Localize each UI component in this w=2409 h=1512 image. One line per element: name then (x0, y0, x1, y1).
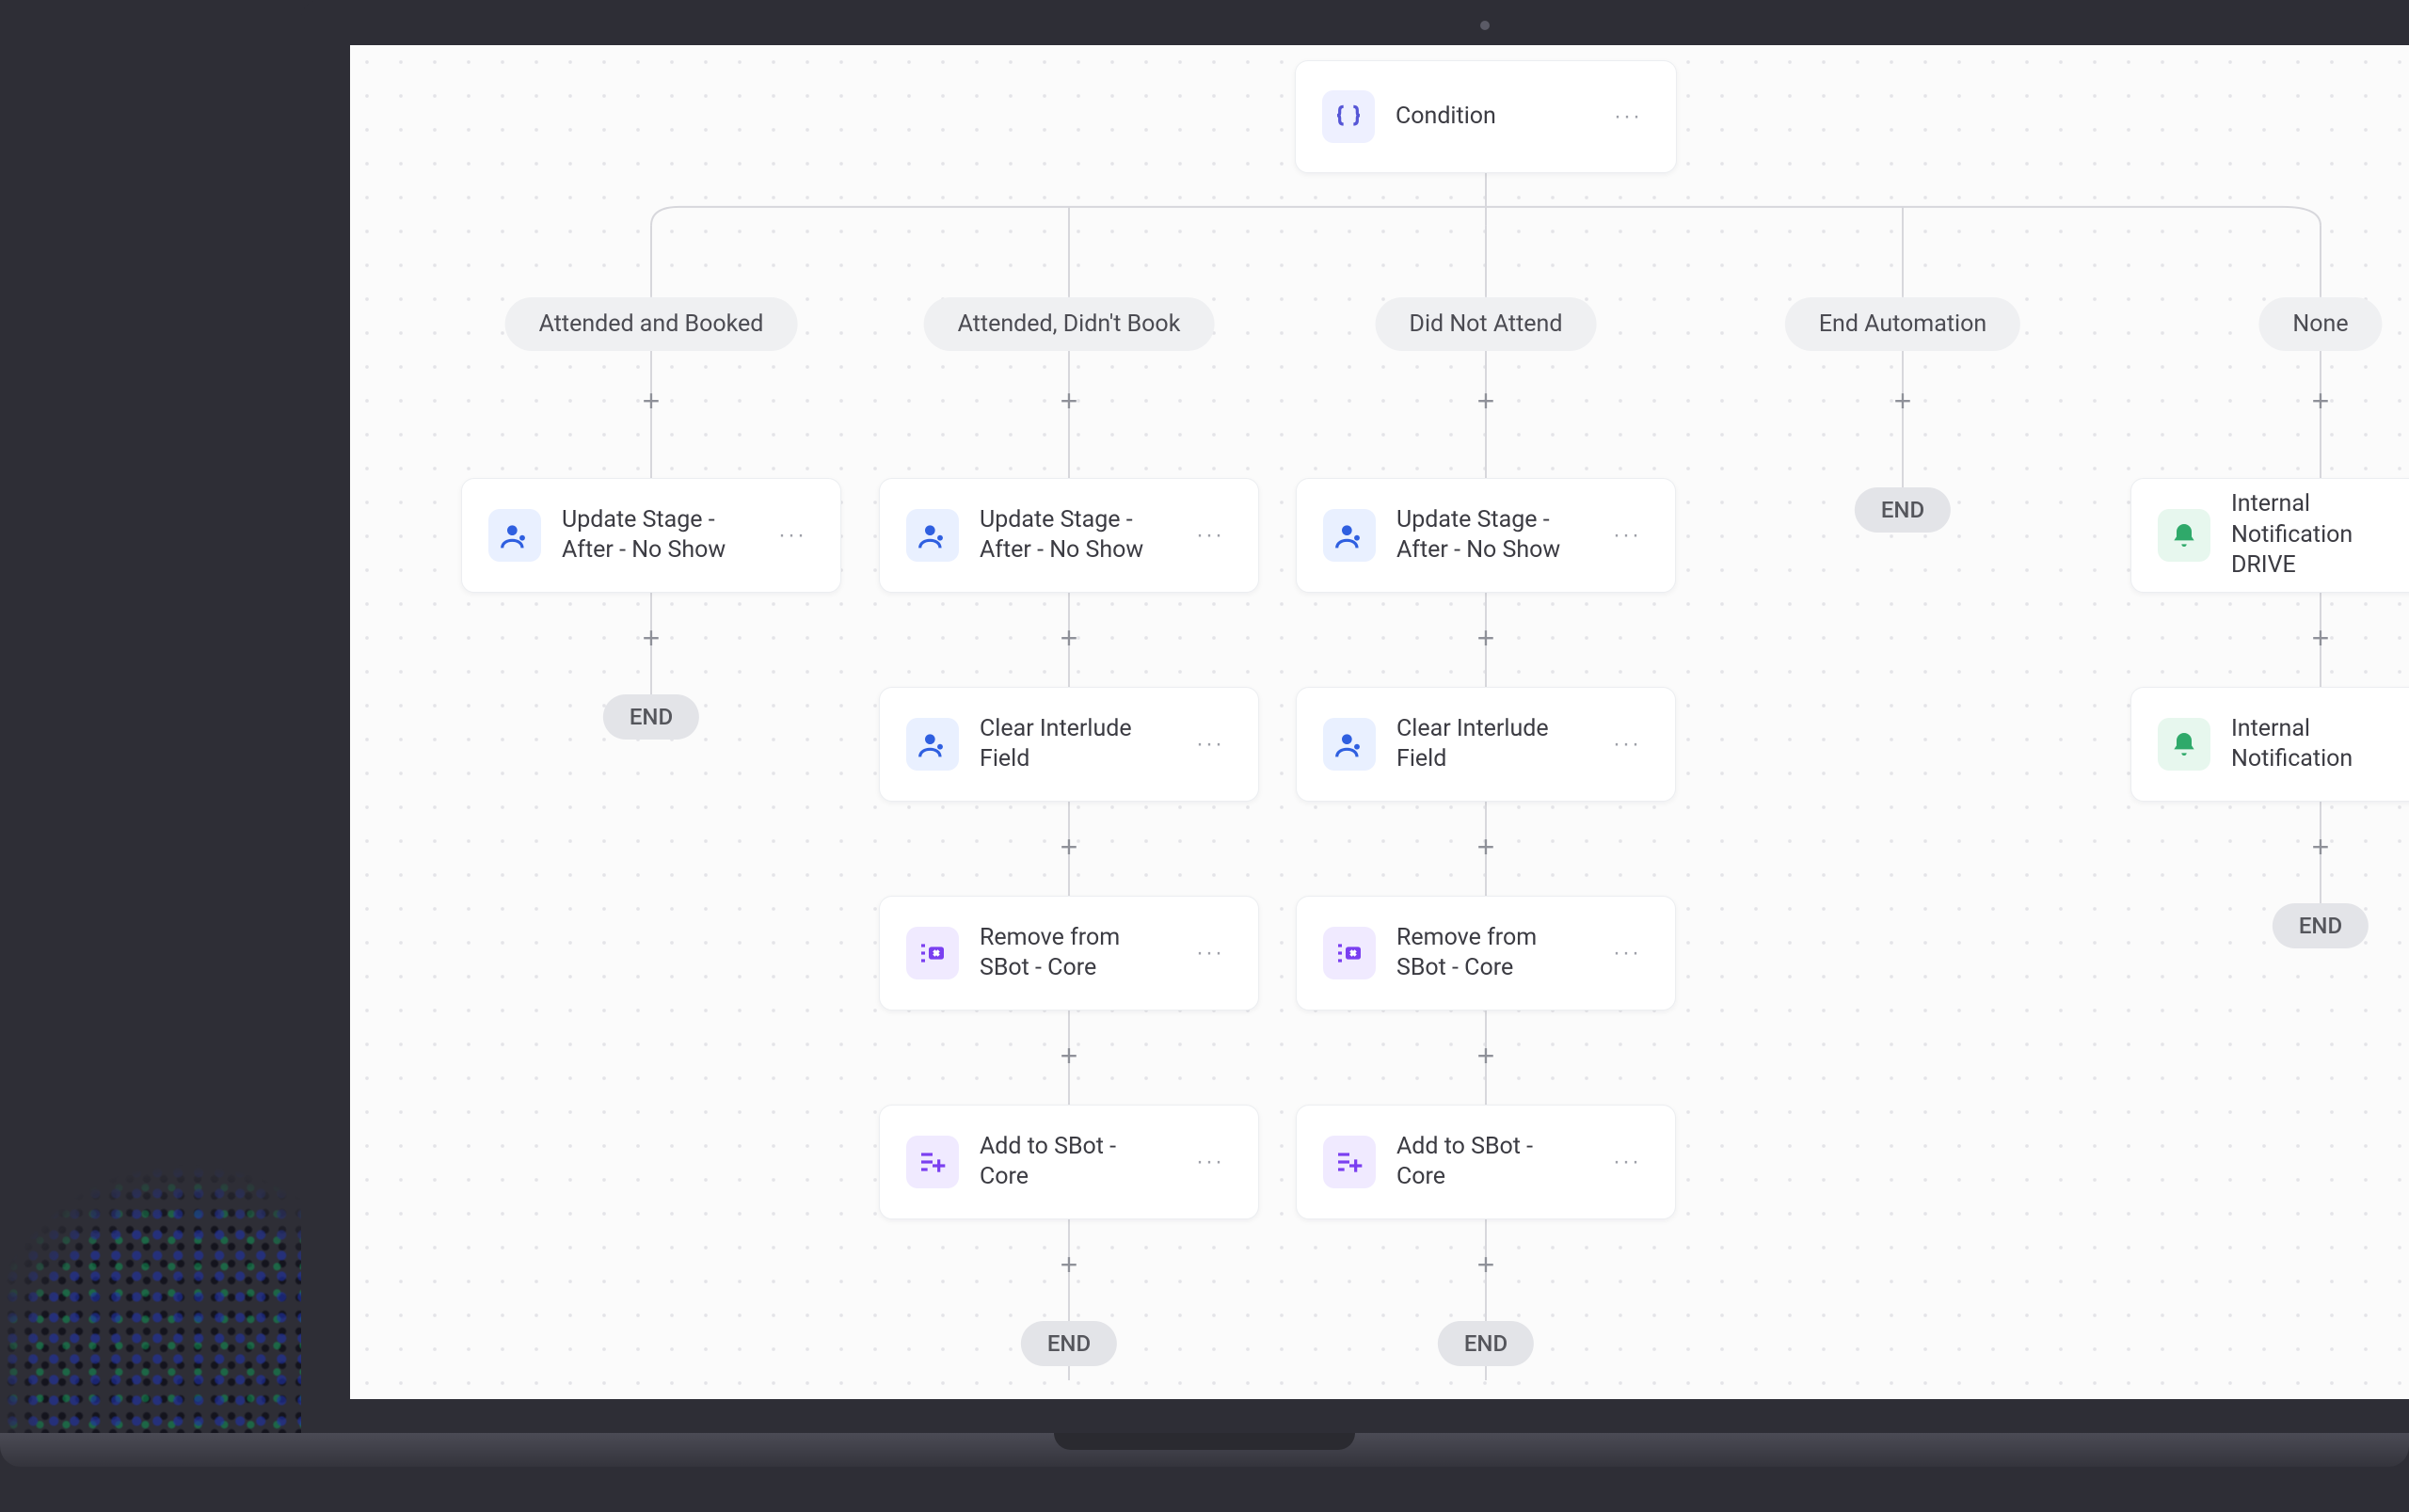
person-icon (488, 509, 541, 562)
branch-pill-attended-booked[interactable]: Attended and Booked (505, 297, 798, 351)
condition-label: Condition (1396, 102, 1586, 133)
step-label: Add to SBot - Core (980, 1132, 1168, 1193)
add-step-button[interactable]: + (1888, 386, 1918, 416)
add-step-button[interactable]: + (1471, 832, 1501, 862)
step-more-button[interactable]: ··· (1605, 932, 1649, 974)
person-icon (1323, 718, 1376, 771)
step-label: Add to SBot - Core (1396, 1132, 1585, 1193)
step-more-button[interactable]: ··· (771, 515, 814, 556)
condition-node[interactable]: Condition ··· (1295, 60, 1677, 173)
add-step-button[interactable]: + (1054, 623, 1084, 653)
add-step-button[interactable]: + (1471, 623, 1501, 653)
step-label: Update Stage - After - No Show (980, 505, 1168, 566)
add-list-icon (1323, 1136, 1376, 1188)
step-node-internal-notification-drive[interactable]: Internal Notification DRIVE ··· (2130, 478, 2409, 593)
step-label: Remove from SBot - Core (1396, 923, 1585, 984)
step-node-update-stage[interactable]: Update Stage - After - No Show ··· (1296, 478, 1676, 593)
add-list-icon (906, 1136, 959, 1188)
add-step-button[interactable]: + (2305, 832, 2336, 862)
bell-icon (2158, 509, 2210, 562)
branch-label: Did Not Attend (1410, 310, 1563, 338)
braces-icon (1322, 90, 1375, 143)
branch-label: End Automation (1819, 310, 1986, 338)
add-step-button[interactable]: + (1471, 1041, 1501, 1071)
step-label: Remove from SBot - Core (980, 923, 1168, 984)
step-more-button[interactable]: ··· (1189, 724, 1232, 765)
step-node-clear-interlude[interactable]: Clear Interlude Field ··· (1296, 687, 1676, 802)
laptop-trackpad-notch (1054, 1433, 1355, 1450)
branch-pill-attended-nobook[interactable]: Attended, Didn't Book (924, 297, 1215, 351)
step-more-button[interactable]: ··· (1189, 515, 1232, 556)
add-step-button[interactable]: + (1054, 386, 1084, 416)
decorative-particles (0, 1117, 339, 1456)
step-node-internal-notification[interactable]: Internal Notification ··· (2130, 687, 2409, 802)
add-step-button[interactable]: + (1054, 1041, 1084, 1071)
step-more-button[interactable]: ··· (1605, 724, 1649, 765)
remove-list-icon (906, 927, 959, 979)
step-node-update-stage[interactable]: Update Stage - After - No Show ··· (879, 478, 1259, 593)
bell-icon (2158, 718, 2210, 771)
add-step-button[interactable]: + (1471, 386, 1501, 416)
step-node-add-sbot[interactable]: Add to SBot - Core ··· (879, 1105, 1259, 1219)
step-node-update-stage[interactable]: Update Stage - After - No Show ··· (461, 478, 841, 593)
branch-label: Attended, Didn't Book (958, 310, 1181, 338)
end-marker: END (1438, 1321, 1534, 1366)
step-more-button[interactable]: ··· (1189, 932, 1232, 974)
person-icon (1323, 509, 1376, 562)
add-step-button[interactable]: + (1054, 1249, 1084, 1280)
person-icon (906, 718, 959, 771)
step-node-remove-sbot[interactable]: Remove from SBot - Core ··· (879, 896, 1259, 1011)
step-label: Internal Notification (2231, 714, 2409, 775)
branch-pill-none[interactable]: None (2258, 297, 2382, 351)
step-more-button[interactable]: ··· (1605, 515, 1649, 556)
end-marker: END (1855, 487, 1951, 533)
branch-label: Attended and Booked (539, 310, 764, 338)
step-node-add-sbot[interactable]: Add to SBot - Core ··· (1296, 1105, 1676, 1219)
branch-pill-did-not-attend[interactable]: Did Not Attend (1376, 297, 1597, 351)
step-node-clear-interlude[interactable]: Clear Interlude Field ··· (879, 687, 1259, 802)
add-step-button[interactable]: + (636, 386, 666, 416)
step-label: Update Stage - After - No Show (1396, 505, 1585, 566)
device-bezel: Condition ··· Attended and Booked Attend… (301, 0, 2409, 1437)
end-marker: END (603, 694, 699, 740)
condition-more-button[interactable]: ··· (1606, 96, 1650, 137)
step-more-button[interactable]: ··· (1605, 1141, 1649, 1183)
step-label: Clear Interlude Field (980, 714, 1168, 775)
step-label: Clear Interlude Field (1396, 714, 1585, 775)
step-label: Internal Notification DRIVE (2231, 489, 2409, 581)
step-node-remove-sbot[interactable]: Remove from SBot - Core ··· (1296, 896, 1676, 1011)
branch-pill-end-automation[interactable]: End Automation (1785, 297, 2020, 351)
add-step-button[interactable]: + (1471, 1249, 1501, 1280)
step-more-button[interactable]: ··· (1189, 1141, 1232, 1183)
person-icon (906, 509, 959, 562)
step-label: Update Stage - After - No Show (562, 505, 750, 566)
camera-indicator (1480, 21, 1490, 30)
end-marker: END (1021, 1321, 1117, 1366)
automation-canvas[interactable]: Condition ··· Attended and Booked Attend… (350, 45, 2409, 1399)
branch-label: None (2292, 310, 2348, 338)
add-step-button[interactable]: + (2305, 386, 2336, 416)
add-step-button[interactable]: + (1054, 832, 1084, 862)
add-step-button[interactable]: + (2305, 623, 2336, 653)
end-marker: END (2273, 903, 2369, 948)
add-step-button[interactable]: + (636, 623, 666, 653)
remove-list-icon (1323, 927, 1376, 979)
